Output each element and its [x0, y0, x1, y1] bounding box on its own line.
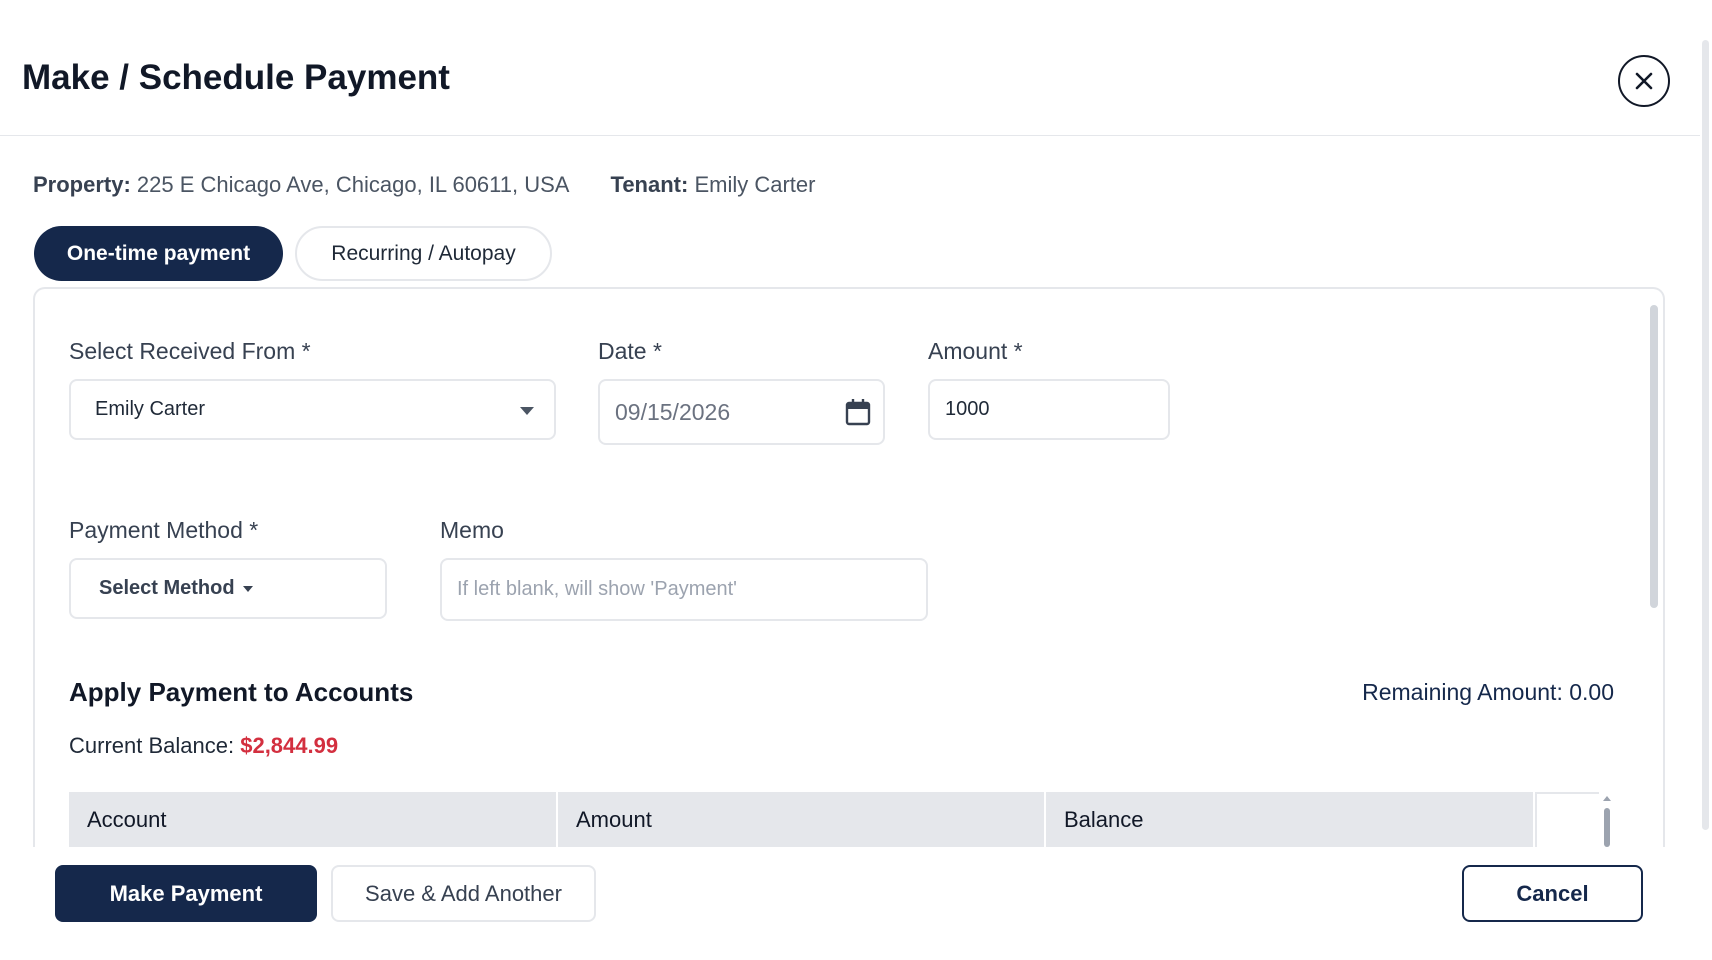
apply-section-title: Apply Payment to Accounts — [69, 677, 414, 707]
close-button[interactable] — [1618, 55, 1670, 107]
current-balance: Current Balance: $2,844.99 — [69, 733, 338, 759]
tab-one-time-payment[interactable]: One-time payment — [34, 226, 283, 281]
memo-input[interactable]: If left blank, will show 'Payment' — [440, 558, 928, 621]
amount-value: 1000 — [945, 398, 990, 420]
current-balance-value: $2,844.99 — [240, 733, 339, 758]
amount-label: Amount * — [928, 338, 1023, 364]
caret-down-icon — [520, 407, 534, 415]
modal-scrollbar[interactable] — [1702, 40, 1709, 830]
received-from-select[interactable]: Emily Carter — [69, 379, 556, 440]
table-scrollbar[interactable] — [1602, 792, 1612, 847]
column-header-spacer — [1535, 792, 1599, 847]
tenant-value: Emily Carter — [694, 172, 816, 197]
property-label: Property: — [33, 172, 131, 197]
date-value: 09/15/2026 — [615, 398, 731, 425]
memo-label: Memo — [440, 517, 504, 543]
caret-down-icon — [242, 585, 253, 592]
calendar-icon[interactable] — [845, 398, 871, 426]
cancel-button[interactable]: Cancel — [1462, 865, 1643, 922]
property-value: 225 E Chicago Ave, Chicago, IL 60611, US… — [136, 172, 569, 197]
modal-title: Make / Schedule Payment — [22, 58, 450, 97]
tab-recurring-autopay[interactable]: Recurring / Autopay — [295, 226, 552, 281]
amount-input[interactable]: 1000 — [928, 379, 1170, 440]
column-header-balance: Balance — [1046, 792, 1535, 847]
current-balance-label: Current Balance: — [69, 733, 235, 758]
payment-method-dropdown[interactable]: Select Method — [69, 558, 387, 619]
form-scrollbar[interactable] — [1650, 305, 1658, 608]
date-input[interactable]: 09/15/2026 — [598, 379, 885, 445]
payment-method-value: Select Method — [99, 577, 235, 599]
modal-footer: Make Payment Save & Add Another Cancel — [0, 848, 1700, 960]
close-icon — [1635, 72, 1653, 90]
payment-method-label: Payment Method * — [69, 517, 259, 543]
received-from-label: Select Received From * — [69, 338, 311, 364]
received-from-value: Emily Carter — [95, 398, 206, 420]
save-add-another-button[interactable]: Save & Add Another — [331, 865, 596, 922]
accounts-table-header: Account Amount Balance — [69, 792, 1599, 847]
date-label: Date * — [598, 338, 662, 364]
column-header-account: Account — [69, 792, 558, 847]
column-header-amount: Amount — [558, 792, 1046, 847]
make-payment-button[interactable]: Make Payment — [55, 865, 317, 922]
memo-placeholder: If left blank, will show 'Payment' — [457, 578, 737, 600]
scroll-up-arrow-icon[interactable] — [1602, 794, 1612, 802]
payment-modal: Make / Schedule Payment Property: 225 E … — [0, 0, 1712, 960]
tenant-label: Tenant: — [610, 172, 689, 197]
remaining-amount: Remaining Amount: 0.00 — [1362, 679, 1614, 705]
modal-header: Make / Schedule Payment — [0, 34, 1700, 136]
property-tenant-info: Property: 225 E Chicago Ave, Chicago, IL… — [33, 172, 815, 198]
